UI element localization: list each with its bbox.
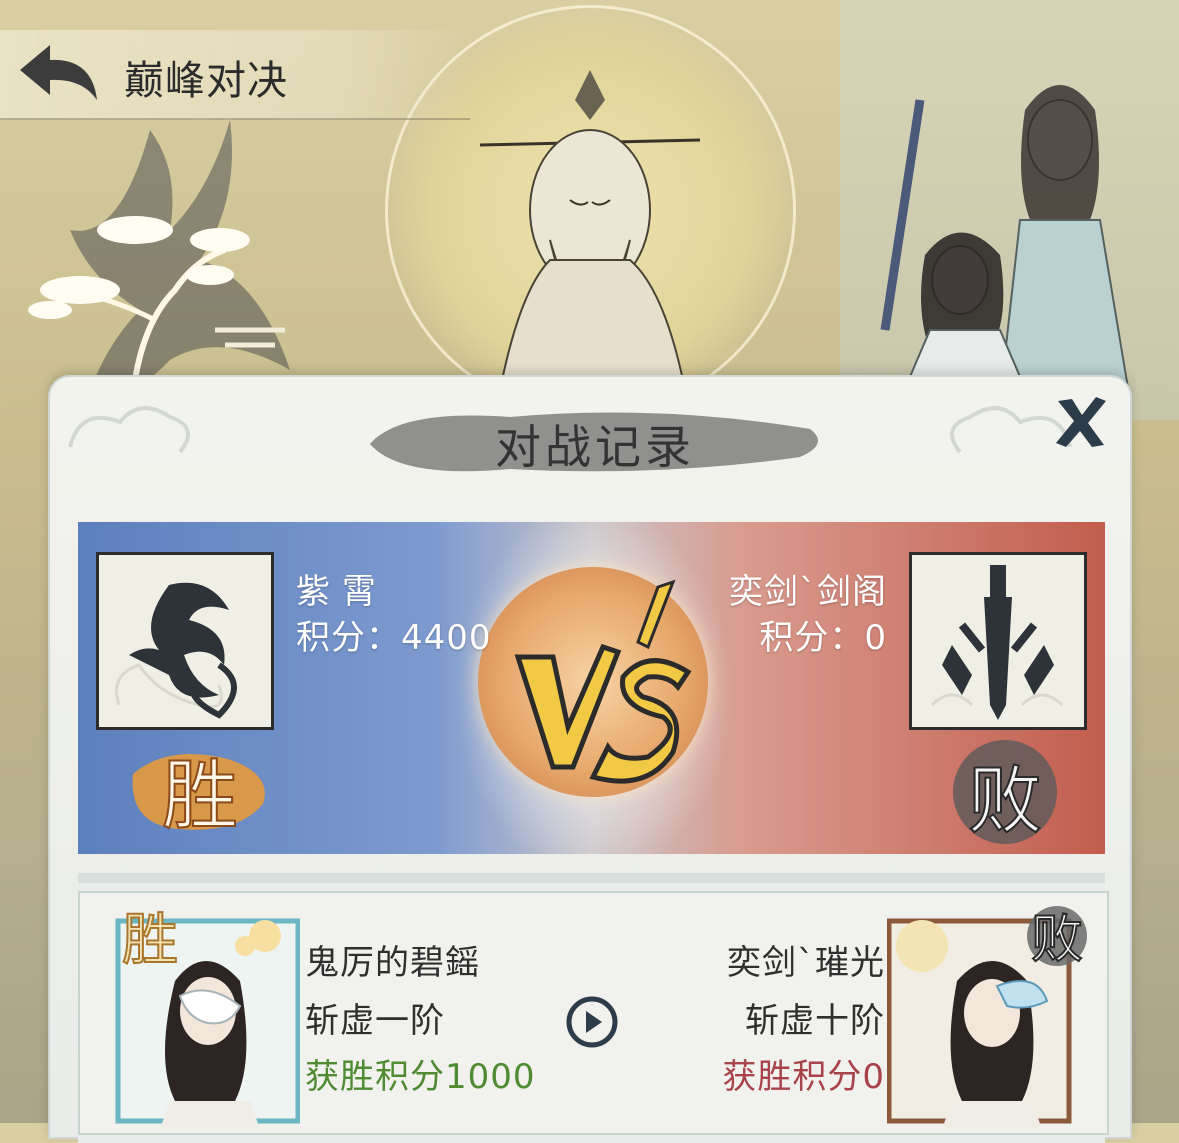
dragon-emblem-icon: [115, 582, 237, 719]
left-guild-emblem: [96, 552, 274, 730]
sword-emblem-icon: [930, 565, 1064, 720]
lose-stamp: 败: [953, 740, 1057, 845]
right-character-points: 获胜积分0: [722, 1057, 885, 1097]
right-portrait-badge: 败: [1031, 910, 1083, 970]
back-button[interactable]: [12, 40, 102, 110]
right-guild-emblem: [909, 552, 1087, 730]
battle-entry: 胜 鬼厉的碧鎐 斩虚一阶 获胜积分1000 奕剑ˋ璀光 斩虚十阶 获胜积分0 败: [78, 873, 1109, 1143]
battle-record-modal: 对战记录 紫霄 积分：4400 奕剑ˋ剑阁 积分：0 胜 败 胜 鬼厉的碧鎐 斩…: [48, 375, 1132, 1143]
back-arrow-icon: [20, 45, 97, 100]
replay-button[interactable]: [565, 995, 619, 1049]
left-player-score: 积分：4400: [296, 618, 492, 658]
left-character-portrait: 胜: [115, 907, 300, 1129]
left-character-points: 获胜积分1000: [305, 1057, 536, 1097]
right-character-name: 奕剑ˋ璀光: [727, 943, 885, 983]
left-portrait-badge: 胜: [122, 908, 178, 973]
battle-entry-card: 胜 鬼厉的碧鎐 斩虚一阶 获胜积分1000 奕剑ˋ璀光 斩虚十阶 获胜积分0 败: [78, 891, 1109, 1135]
close-button[interactable]: [1050, 391, 1112, 453]
cloud-ornament-left: [68, 406, 190, 454]
lose-stamp-label: 败: [968, 758, 1042, 844]
left-character-rank: 斩虚一阶: [305, 1001, 445, 1041]
play-icon: [566, 996, 618, 1048]
right-character-rank: 斩虚十阶: [745, 1001, 885, 1041]
sage-figure: [479, 70, 701, 390]
left-player-name: 紫霄: [296, 572, 388, 612]
right-character-portrait: 败: [887, 906, 1087, 1129]
right-player-score: 积分：0: [759, 618, 887, 658]
win-stamp: 胜: [132, 750, 265, 841]
right-player-name: 奕剑ˋ剑阁: [729, 572, 887, 612]
left-character-name: 鬼厉的碧鎐: [305, 943, 480, 983]
win-stamp-label: 胜: [162, 751, 238, 840]
page-title: 巅峰对决: [124, 58, 288, 104]
modal-title: 对战记录: [495, 420, 695, 474]
match-result-banner: 紫霄 积分：4400 奕剑ˋ剑阁 积分：0 胜 败: [78, 522, 1105, 854]
vs-emblem: [514, 579, 692, 784]
heroine-figures: [880, 85, 1132, 400]
close-x-icon: [1056, 397, 1106, 447]
glowing-tree-decor: [28, 216, 285, 380]
